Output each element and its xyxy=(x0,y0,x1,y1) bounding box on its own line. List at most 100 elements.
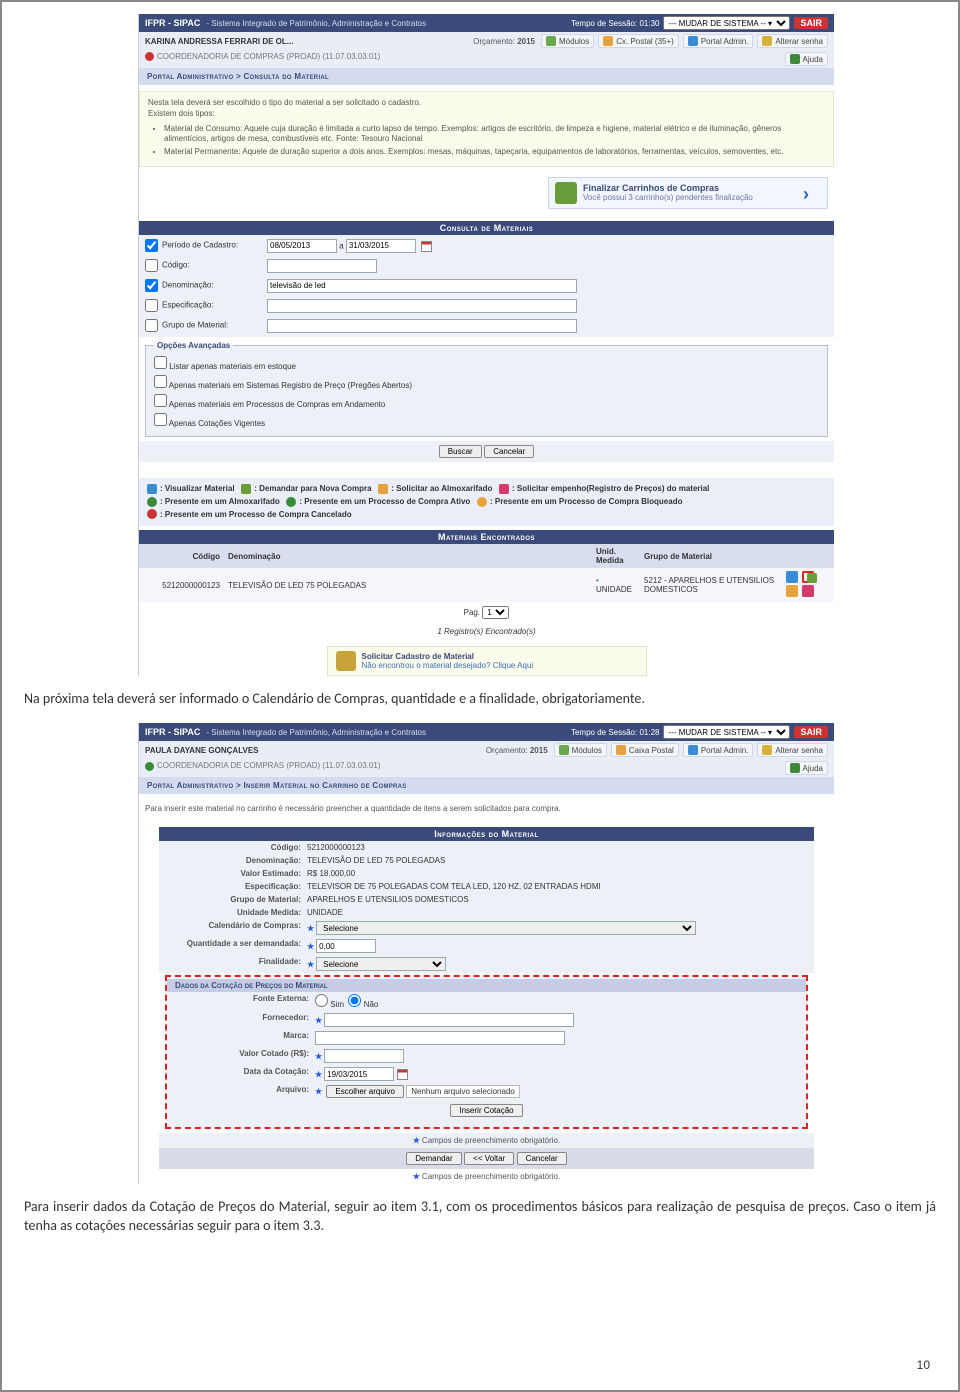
tool-mailbox-2[interactable]: Caixa Postal xyxy=(611,743,679,757)
info-li-1: Material de Consumo: Aquele cuja duração… xyxy=(164,124,825,146)
cart-title: Finalizar Carrinhos de Compras xyxy=(583,183,797,193)
valor-cotado-input[interactable] xyxy=(324,1049,404,1063)
user-line-2: PAULA DAYANE GONÇALVES Orçamento: 2015 M… xyxy=(139,741,834,759)
chk-periodo[interactable] xyxy=(145,239,158,252)
codigo-input[interactable] xyxy=(267,259,377,273)
info-valor: R$ 18.000,00 xyxy=(307,869,806,878)
tool-help-2[interactable]: Ajuda xyxy=(785,761,828,775)
th-grupo: Grupo de Material xyxy=(640,544,780,568)
denominacao-input[interactable] xyxy=(267,279,577,293)
calendar-select[interactable]: Selecione xyxy=(316,921,696,935)
empenho-icon xyxy=(499,484,509,494)
breadcrumb-2: Portal Administrativo > Inserir Material… xyxy=(139,777,834,794)
cart-sub: Você possui 3 carrinho(s) pendentes fina… xyxy=(583,193,797,202)
warehouse-icon xyxy=(378,484,388,494)
dept-line: COORDENADORIA DE COMPRAS (PROAD) (11.07.… xyxy=(139,50,834,68)
search-form: Período de Cadastro: a Código: Denominaç… xyxy=(139,235,834,337)
info-li-2: Material Permanente: Aquele de duração s… xyxy=(164,147,825,158)
page-select[interactable]: 1 xyxy=(482,606,509,619)
cell-codigo: 5212000000123 xyxy=(139,568,224,602)
budget-year: 2015 xyxy=(517,37,535,46)
row-view-icon[interactable] xyxy=(786,571,798,583)
search-button-row: Buscar Cancelar xyxy=(139,441,834,462)
logout-button[interactable]: SAIR xyxy=(794,17,828,29)
portal-icon xyxy=(688,36,698,46)
cancel-button[interactable]: Cancelar xyxy=(484,445,534,458)
help-icon xyxy=(790,763,800,773)
help-icon xyxy=(790,54,800,64)
info-grupo: APARELHOS E UTENSILIOS DOMESTICOS xyxy=(307,895,806,904)
section-quotation-heading: Dados da Cotação de Preços do Material xyxy=(167,979,806,992)
app1-screenshot: IFPR - SIPAC - Sistema Integrado de Patr… xyxy=(138,14,834,676)
demand-button[interactable]: Demandar xyxy=(406,1152,461,1165)
demand-icon xyxy=(241,484,251,494)
dot-orange-icon xyxy=(477,497,487,507)
page-number: 10 xyxy=(917,1358,930,1372)
adv-opt-1[interactable] xyxy=(154,375,167,388)
info-text-2: Para inserir este material no carrinho é… xyxy=(139,794,834,823)
info-unid: UNIDADE xyxy=(307,908,806,917)
quantity-input[interactable] xyxy=(316,939,376,953)
register-material-callout[interactable]: Solicitar Cadastro de Material Não encon… xyxy=(327,646,647,676)
row-warehouse-icon[interactable] xyxy=(786,585,798,597)
fonte-nao-radio[interactable] xyxy=(348,994,361,1007)
chk-denominacao[interactable] xyxy=(145,279,158,292)
info-box: Nesta tela deverá ser escolhido o tipo d… xyxy=(139,91,834,167)
app2-screenshot: IFPR - SIPAC - Sistema Integrado de Patr… xyxy=(138,723,834,1184)
periodo-from-input[interactable] xyxy=(267,239,337,253)
chk-grupo[interactable] xyxy=(145,319,158,332)
cart-icon xyxy=(555,182,577,204)
adv-opt-3[interactable] xyxy=(154,413,167,426)
info-sub: Existem dois tipos: xyxy=(148,109,825,120)
fonte-sim-radio[interactable] xyxy=(315,994,328,1007)
results-count: 1 Registro(s) Encontrado(s) xyxy=(437,627,535,636)
grupo-input[interactable] xyxy=(267,319,577,333)
finality-select[interactable]: Selecione xyxy=(316,957,446,971)
tool-modules[interactable]: Módulos xyxy=(541,34,594,48)
advanced-options: Opções Avançadas Listar apenas materiais… xyxy=(145,341,828,437)
info-intro: Nesta tela deverá ser escolhido o tipo d… xyxy=(148,98,825,109)
calendar-icon[interactable] xyxy=(421,241,432,252)
doc-paragraph-1: Na próxima tela deverá ser informado o C… xyxy=(24,690,936,709)
back-button[interactable]: << Voltar xyxy=(464,1152,514,1165)
key-icon xyxy=(762,745,772,755)
tool-change-password[interactable]: Alterar senha xyxy=(757,34,828,48)
mail-icon xyxy=(603,36,613,46)
cell-denom: TELEVISÃO DE LED 75 POLEGADAS xyxy=(224,568,592,602)
insert-quote-button[interactable]: Inserir Cotação xyxy=(450,1104,522,1117)
tool-portal-admin-2[interactable]: Portal Admin. xyxy=(683,743,754,757)
row-demand-icon[interactable] xyxy=(802,571,814,583)
fornecedor-input[interactable] xyxy=(324,1013,574,1027)
adv-opt-2[interactable] xyxy=(154,394,167,407)
data-cotacao-input[interactable] xyxy=(324,1067,394,1081)
dept-name: COORDENADORIA DE COMPRAS (PROAD) (11.07.… xyxy=(157,52,380,61)
table-row: 5212000000123 TELEVISÃO DE LED 75 POLEGA… xyxy=(139,568,834,602)
tool-portal-admin[interactable]: Portal Admin. xyxy=(683,34,754,48)
especificacao-input[interactable] xyxy=(267,299,577,313)
calendar-icon[interactable] xyxy=(397,1069,408,1080)
dept-status-icon xyxy=(145,762,154,771)
th-codigo: Código xyxy=(139,544,224,568)
choose-file-button[interactable]: Escolher arquivo xyxy=(326,1085,404,1098)
subtitle: - Sistema Integrado de Patrimônio, Admin… xyxy=(206,19,571,28)
chk-especificacao[interactable] xyxy=(145,299,158,312)
system-switch-dropdown[interactable]: --- MUDAR DE SISTEMA -- ▾ xyxy=(663,16,790,30)
tool-modules-2[interactable]: Módulos xyxy=(554,743,607,757)
system-switch-dropdown-2[interactable]: --- MUDAR DE SISTEMA -- ▾ xyxy=(663,725,790,739)
tool-help[interactable]: Ajuda xyxy=(785,52,828,66)
cancel-button-2[interactable]: Cancelar xyxy=(517,1152,567,1165)
search-button[interactable]: Buscar xyxy=(439,445,482,458)
brand: IFPR - SIPAC xyxy=(145,18,200,28)
modules-icon xyxy=(546,36,556,46)
adv-opt-0[interactable] xyxy=(154,356,167,369)
tool-mailbox[interactable]: Cx. Postal (35+) xyxy=(598,34,679,48)
chk-codigo[interactable] xyxy=(145,259,158,272)
row-empenho-icon[interactable] xyxy=(802,585,814,597)
portal-icon xyxy=(688,745,698,755)
periodo-to-input[interactable] xyxy=(346,239,416,253)
breadcrumb: Portal Administrativo > Consulta do Mate… xyxy=(139,68,834,85)
marca-input[interactable] xyxy=(315,1031,565,1045)
logout-button-2[interactable]: SAIR xyxy=(794,726,828,738)
cart-pending-callout[interactable]: Finalizar Carrinhos de Compras Você poss… xyxy=(548,177,828,209)
tool-change-password-2[interactable]: Alterar senha xyxy=(757,743,828,757)
